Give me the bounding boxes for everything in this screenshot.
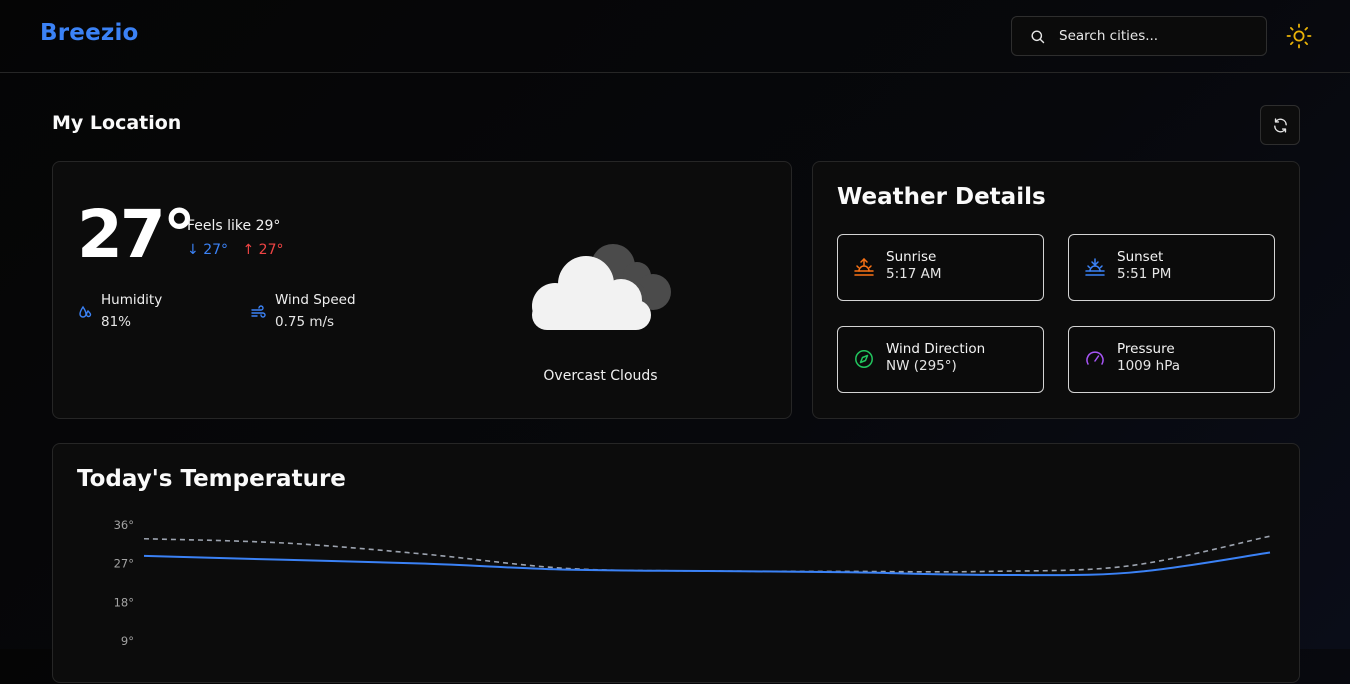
humidity-value: 81% [101, 314, 132, 330]
wind-icon [251, 305, 266, 318]
pressure-tile: Pressure 1009 hPa [1068, 326, 1275, 393]
search-icon [1031, 30, 1045, 44]
feels-like: Feels like 29° [187, 218, 281, 234]
sunset-value: 5:51 PM [1117, 266, 1172, 282]
droplets-icon [79, 305, 92, 318]
section-title: My Location [52, 112, 182, 134]
max-temp-value: 27° [258, 242, 284, 258]
temperature-line [143, 551, 1271, 577]
arrow-down-icon: ↓ [187, 242, 204, 258]
wind-speed-value: 0.75 m/s [275, 314, 335, 330]
feels-like-line [143, 535, 1271, 573]
compass-icon [855, 350, 873, 368]
sunrise-icon [854, 257, 874, 276]
wind-direction-value: NW (295°) [886, 358, 957, 374]
search-input[interactable] [1059, 17, 1259, 55]
app-header: Breezio [0, 0, 1350, 73]
condition-text: Overcast Clouds [543, 368, 658, 384]
wind-direction-tile: Wind Direction NW (295°) [837, 326, 1044, 393]
wind-direction-label: Wind Direction [886, 341, 986, 357]
search-box[interactable] [1011, 16, 1267, 56]
sunset-tile: Sunset 5:51 PM [1068, 234, 1275, 301]
details-title: Weather Details [837, 184, 1046, 210]
min-max-temps: ↓ 27° ↑ 27° [187, 242, 283, 258]
refresh-button[interactable] [1260, 105, 1300, 145]
current-weather-card: 27° Feels like 29° ↓ 27° ↑ 27° Humidity … [52, 161, 792, 419]
gauge-icon [1086, 351, 1104, 365]
temperature-chart: 36° 27° 18° 9° [114, 518, 1271, 648]
weather-details-card: Weather Details Sunrise 5:17 AM Sunset 5… [812, 161, 1300, 419]
brand-logo[interactable]: Breezio [40, 20, 139, 46]
sunrise-tile: Sunrise 5:17 AM [837, 234, 1044, 301]
y-tick-label: 36° [114, 518, 134, 532]
min-temp: ↓ 27° [187, 242, 228, 258]
y-tick-label: 9° [121, 634, 134, 648]
pressure-label: Pressure [1117, 341, 1175, 357]
arrow-up-icon: ↑ [242, 242, 259, 258]
wind-speed-label: Wind Speed [275, 292, 356, 308]
current-temperature: 27° [77, 196, 196, 273]
sunrise-label: Sunrise [886, 249, 937, 265]
sunrise-value: 5:17 AM [886, 266, 942, 282]
refresh-icon [1274, 118, 1287, 133]
pressure-value: 1009 hPa [1117, 358, 1181, 374]
overcast-clouds-icon [532, 244, 671, 330]
sun-icon[interactable] [1285, 22, 1313, 50]
sunset-icon [1085, 258, 1105, 276]
y-tick-label: 18° [114, 595, 134, 609]
max-temp: ↑ 27° [242, 242, 283, 258]
min-temp-value: 27° [203, 242, 229, 258]
sunset-label: Sunset [1117, 249, 1164, 265]
temperature-chart-card: Today's Temperature 36° 27° 18° 9° [52, 443, 1300, 683]
y-tick-label: 27° [114, 557, 134, 571]
humidity-label: Humidity [101, 292, 163, 308]
